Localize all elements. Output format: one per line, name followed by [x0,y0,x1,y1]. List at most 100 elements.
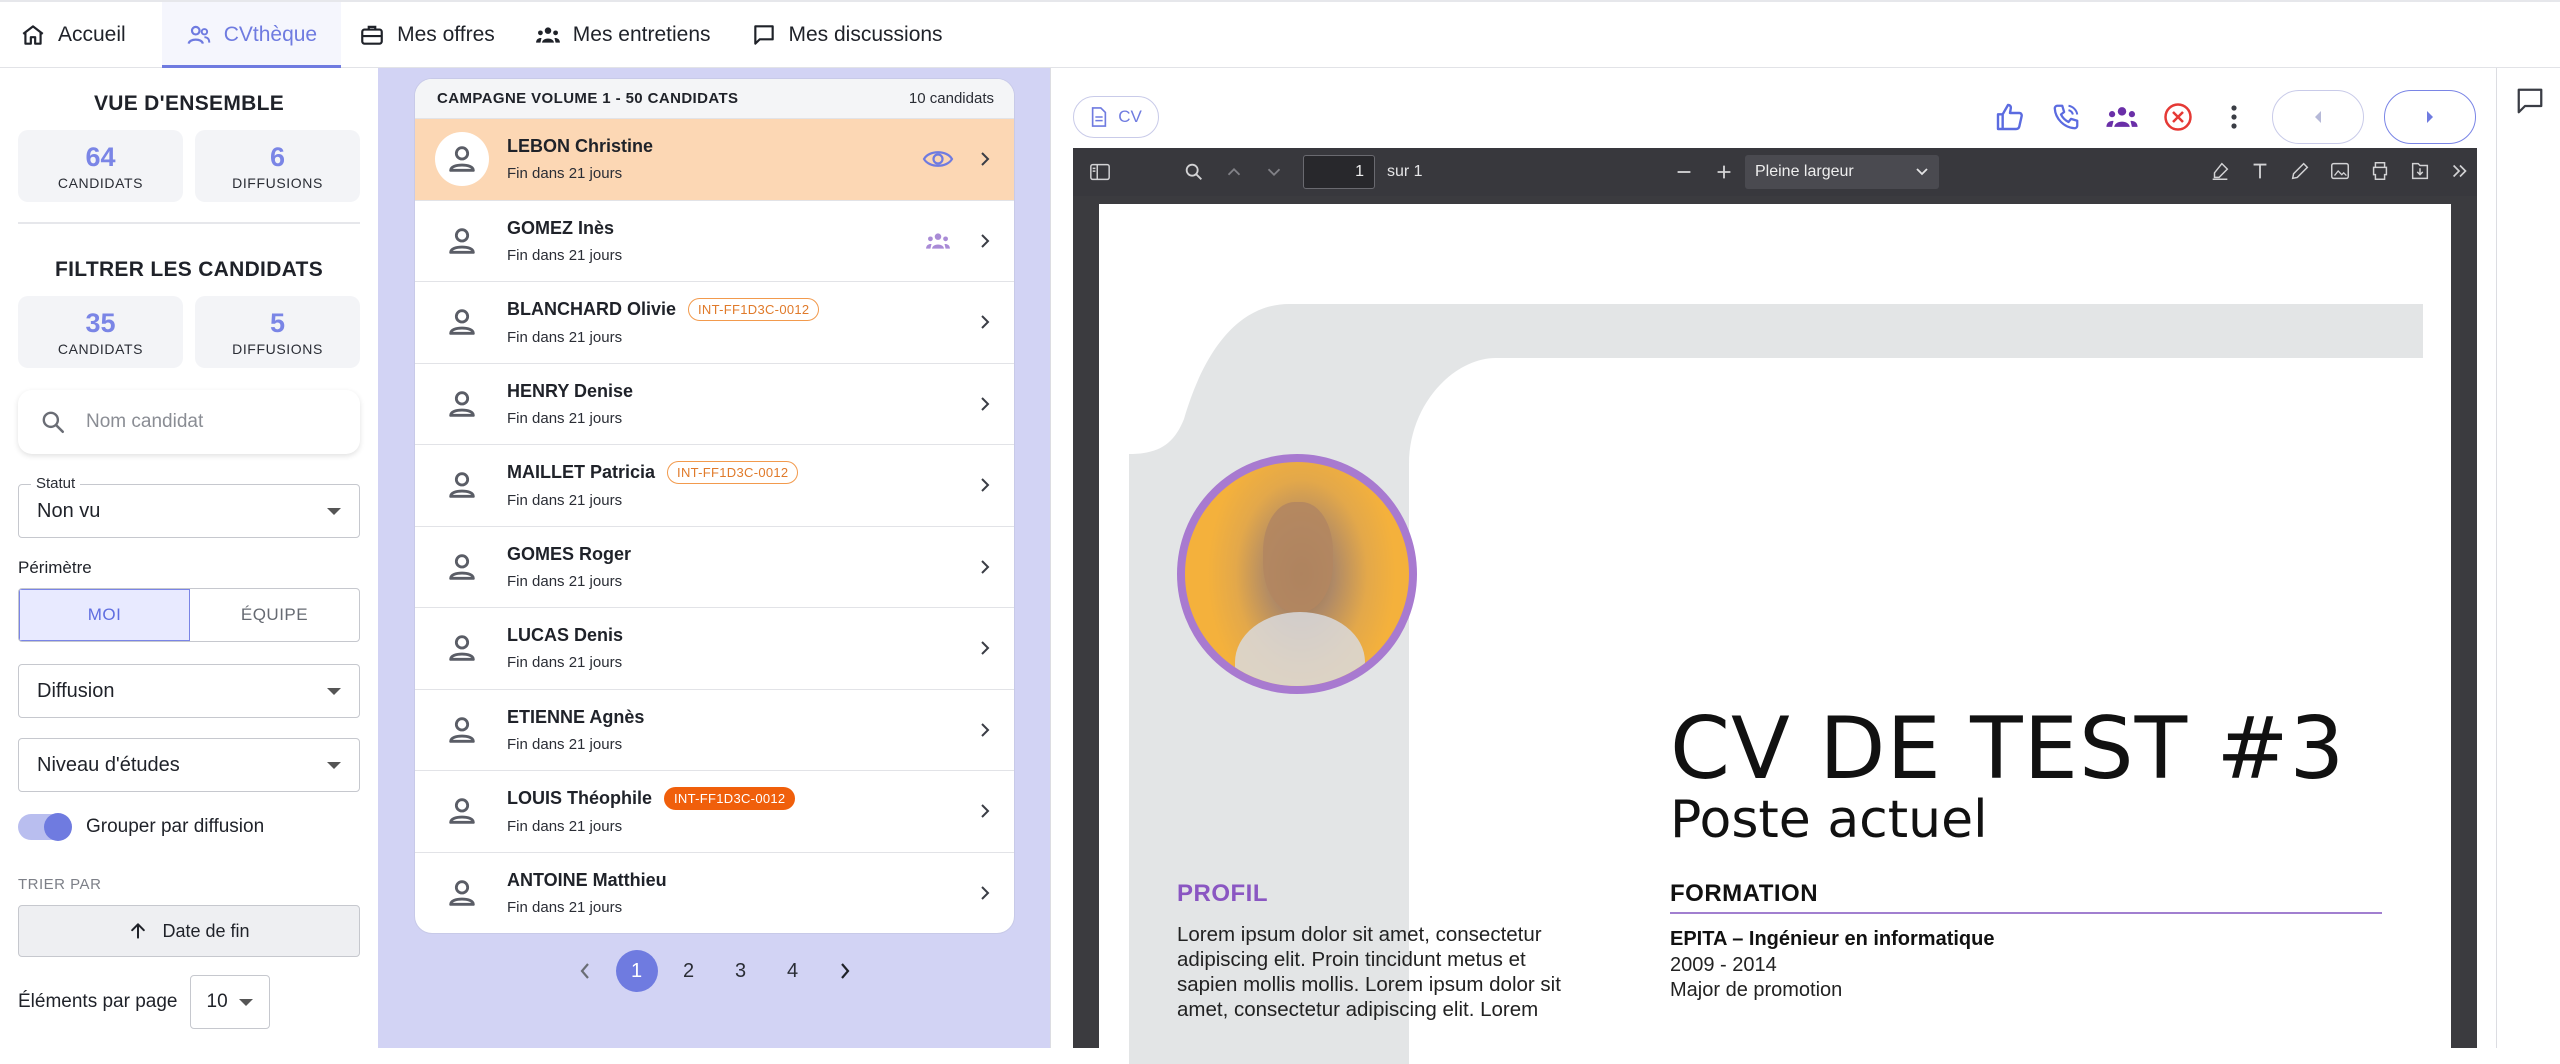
text-tool-icon[interactable] [2249,160,2271,182]
highlight-icon[interactable] [2209,160,2231,182]
avatar [435,866,489,920]
chevron-down-icon [238,998,253,1006]
chevron-down-icon [1916,168,1928,176]
chevron-right-icon[interactable] [980,722,990,738]
next-page-button[interactable] [824,950,866,992]
candidate-row[interactable]: HENRY Denise Fin dans 21 jours [415,364,1014,445]
next-candidate-button[interactable] [2384,90,2476,144]
chevron-right-icon[interactable] [980,314,990,330]
candidate-name-line: LOUIS Théophile INT-FF1D3C-0012 [507,787,980,811]
perimetre-moi-button[interactable]: MOI [19,589,190,641]
candidate-row[interactable]: GOMEZ Inès Fin dans 21 jours [415,201,1014,282]
reject-button[interactable] [2160,99,2196,135]
draw-icon[interactable] [2289,160,2311,182]
page-2-button[interactable]: 2 [668,950,710,992]
like-button[interactable] [1992,99,2028,135]
diffusion-select[interactable]: Diffusion [18,664,360,718]
campaign-badge: INT-FF1D3C-0012 [688,298,820,322]
cv-tab-chip[interactable]: CV [1073,96,1159,138]
nav-mes-discussions[interactable]: Mes discussions [747,2,965,67]
overview-diffusions-stat: 6 DIFFUSIONS [195,130,360,202]
chevron-right-icon[interactable] [980,151,990,167]
chevron-right-icon[interactable] [980,559,990,575]
filter-diffusions-stat: 5 DIFFUSIONS [195,296,360,368]
chevron-right-icon[interactable] [980,885,990,901]
overview-candidats-value: 64 [85,141,116,172]
per-page-select[interactable]: 10 [189,975,270,1029]
candidate-row[interactable]: BLANCHARD Olivie INT-FF1D3C-0012 Fin dans … [415,282,1014,364]
interview-button[interactable] [2104,99,2140,135]
pagination: 1 2 3 4 [414,950,1015,992]
sidebar-toggle-icon[interactable] [1089,161,1111,183]
prev-page-button[interactable] [564,950,606,992]
candidate-row[interactable]: LUCAS Denis Fin dans 21 jours [415,608,1014,690]
person-icon [449,554,475,580]
chevron-right-icon[interactable] [980,396,990,412]
image-icon[interactable] [2329,160,2351,182]
photo-face [1263,502,1333,612]
person-icon [449,146,475,172]
pdf-viewer: 1 sur 1 Pleine largeur CV DE TEST #3 Pos… [1073,148,2477,1064]
page-1-button[interactable]: 1 [615,950,658,992]
candidate-row[interactable]: LEBON Christine Fin dans 21 jours [415,119,1014,201]
zoom-in-icon[interactable] [1713,161,1735,183]
eye-icon [922,151,954,168]
nav-mes-entretiens[interactable]: Mes entretiens [531,2,733,67]
more-tools-icon[interactable] [2449,160,2471,182]
candidate-name-line: ANTOINE Matthieu [507,870,980,891]
previous-candidate-button[interactable] [2272,90,2364,144]
nav-mes-offres-label: Mes offres [397,22,495,46]
candidate-row[interactable]: GOMES Roger Fin dans 21 jours [415,527,1014,608]
call-button[interactable] [2048,99,2084,135]
comment-icon[interactable] [2515,86,2545,116]
niveau-etudes-select[interactable]: Niveau d'études [18,738,360,792]
candidate-row[interactable]: ETIENNE Agnès Fin dans 21 jours [415,690,1014,771]
chevron-right-icon[interactable] [980,803,990,819]
more-button[interactable] [2216,99,2252,135]
niveau-etudes-value: Niveau d'études [37,753,180,776]
candidate-rows: LEBON Christine Fin dans 21 jours GOMEZ In… [415,119,1014,934]
chevron-right-icon[interactable] [980,640,990,656]
page-4-button[interactable]: 4 [772,950,814,992]
statut-select[interactable]: Statut Non vu [18,475,360,538]
candidate-row[interactable]: ANTOINE Matthieu Fin dans 21 jours [415,853,1014,934]
pdf-zoom-select[interactable]: Pleine largeur [1745,155,1939,189]
users-icon [187,25,210,44]
cv-formation-heading: FORMATION [1670,880,1819,907]
nav-mes-discussions-label: Mes discussions [788,22,943,46]
pdf-page-input[interactable]: 1 [1303,155,1375,189]
perimetre-equipe-button[interactable]: ÉQUIPE [190,589,359,641]
candidate-count: 10 candidats [908,90,994,107]
nav-accueil[interactable]: Accueil [16,2,148,67]
candidate-info: BLANCHARD Olivie INT-FF1D3C-0012 Fin dans … [507,298,980,346]
chevron-right-icon[interactable] [980,233,990,249]
chevron-up-icon[interactable] [1223,161,1245,183]
candidate-deadline: Fin dans 21 jours [507,572,623,590]
chevron-left-icon [580,963,589,979]
filter-candidats-value: 35 [85,307,116,338]
sort-button[interactable]: Date de fin [18,905,360,957]
candidate-deadline: Fin dans 21 jours [507,654,623,672]
group-by-diffusion-switch[interactable] [18,813,72,841]
search-input[interactable] [86,411,326,433]
group-icon [926,233,950,249]
zoom-out-icon[interactable] [1673,161,1695,183]
candidate-row[interactable]: MAILLET Patricia INT-FF1D3C-0012 Fin dans … [415,445,1014,527]
chevron-down-icon[interactable] [1263,161,1285,183]
search-icon[interactable] [1183,161,1205,183]
page-3-button[interactable]: 3 [720,950,762,992]
candidate-info: ETIENNE Agnès Fin dans 21 jours [507,707,980,753]
nav-accueil-label: Accueil [58,22,126,46]
candidate-row[interactable]: LOUIS Théophile INT-FF1D3C-0012 Fin dans 2… [415,771,1014,853]
download-icon[interactable] [2409,160,2431,182]
print-icon[interactable] [2369,160,2391,182]
candidate-name: LOUIS Théophile [507,788,653,809]
filter-candidats-stat: 35 CANDIDATS [18,296,183,368]
person-icon [449,635,475,661]
nav-cvtheque[interactable]: CVthèque [161,2,342,68]
candidate-info: GOMES Roger Fin dans 21 jours [507,544,980,590]
nav-mes-offres[interactable]: Mes offres [355,2,517,67]
candidate-deadline: Fin dans 21 jours [507,246,623,264]
candidate-name-line: HENRY Denise [507,381,980,402]
chevron-right-icon[interactable] [980,477,990,493]
